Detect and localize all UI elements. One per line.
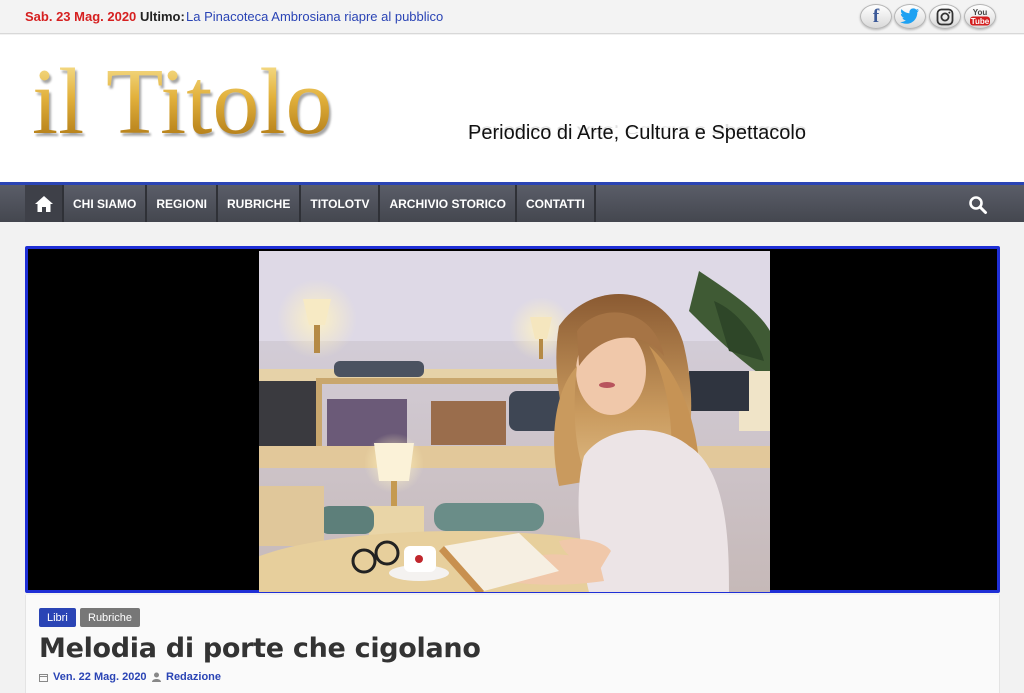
category-badge-rubriche[interactable]: Rubriche bbox=[80, 608, 141, 627]
article-author[interactable]: Redazione bbox=[152, 671, 221, 683]
ticker-headline-link[interactable]: La Pinacoteca Ambrosiana riapre al pubbl… bbox=[186, 9, 443, 24]
featured-photo[interactable] bbox=[259, 251, 770, 592]
article-author-text[interactable]: Redazione bbox=[166, 671, 221, 683]
article-date[interactable]: Ven. 22 Mag. 2020 bbox=[39, 671, 147, 683]
user-icon bbox=[152, 672, 161, 682]
site-logo[interactable]: il Titolo bbox=[32, 55, 333, 149]
main-navigation: CHI SIAMO REGIONI RUBRICHE TITOLOTV ARCH… bbox=[0, 182, 1024, 222]
featured-image-frame[interactable] bbox=[25, 246, 1000, 593]
site-header: il Titolo Periodico di Arte, Cultura e S… bbox=[0, 35, 1024, 182]
twitter-icon[interactable] bbox=[894, 4, 926, 29]
article-date-text[interactable]: Ven. 22 Mag. 2020 bbox=[53, 671, 147, 683]
home-icon bbox=[34, 195, 53, 212]
tagline-reflection: Periodico di Arte, Cultura e Spettacolo bbox=[468, 123, 806, 136]
home-button[interactable] bbox=[25, 185, 64, 222]
svg-text:Tube: Tube bbox=[971, 17, 990, 26]
nav-item-archivio-storico[interactable]: ARCHIVIO STORICO bbox=[380, 185, 517, 222]
article-preview: Libri Rubriche Melodia di porte che cigo… bbox=[25, 595, 1000, 693]
facebook-icon[interactable]: f bbox=[860, 4, 892, 29]
nav-item-rubriche[interactable]: RUBRICHE bbox=[218, 185, 302, 222]
youtube-icon[interactable]: You Tube bbox=[964, 4, 996, 29]
youtube-logo-text: You bbox=[973, 8, 988, 17]
nav-item-contatti[interactable]: CONTATTI bbox=[517, 185, 596, 222]
ticker-label: Ultimo: bbox=[140, 9, 185, 24]
instagram-icon[interactable] bbox=[929, 4, 961, 29]
nav-item-regioni[interactable]: REGIONI bbox=[147, 185, 219, 222]
article-title[interactable]: Melodia di porte che cigolano bbox=[39, 633, 481, 664]
top-bar: Sab. 23 Mag. 2020 Ultimo: La Pinacoteca … bbox=[0, 0, 1024, 34]
category-badge-libri[interactable]: Libri bbox=[39, 608, 76, 627]
nav-item-titolotv[interactable]: TITOLOTV bbox=[301, 185, 381, 222]
nav-item-chi-siamo[interactable]: CHI SIAMO bbox=[64, 185, 148, 222]
current-date: Sab. 23 Mag. 2020 bbox=[25, 9, 137, 24]
calendar-icon bbox=[39, 673, 48, 682]
search-icon[interactable] bbox=[968, 195, 988, 220]
